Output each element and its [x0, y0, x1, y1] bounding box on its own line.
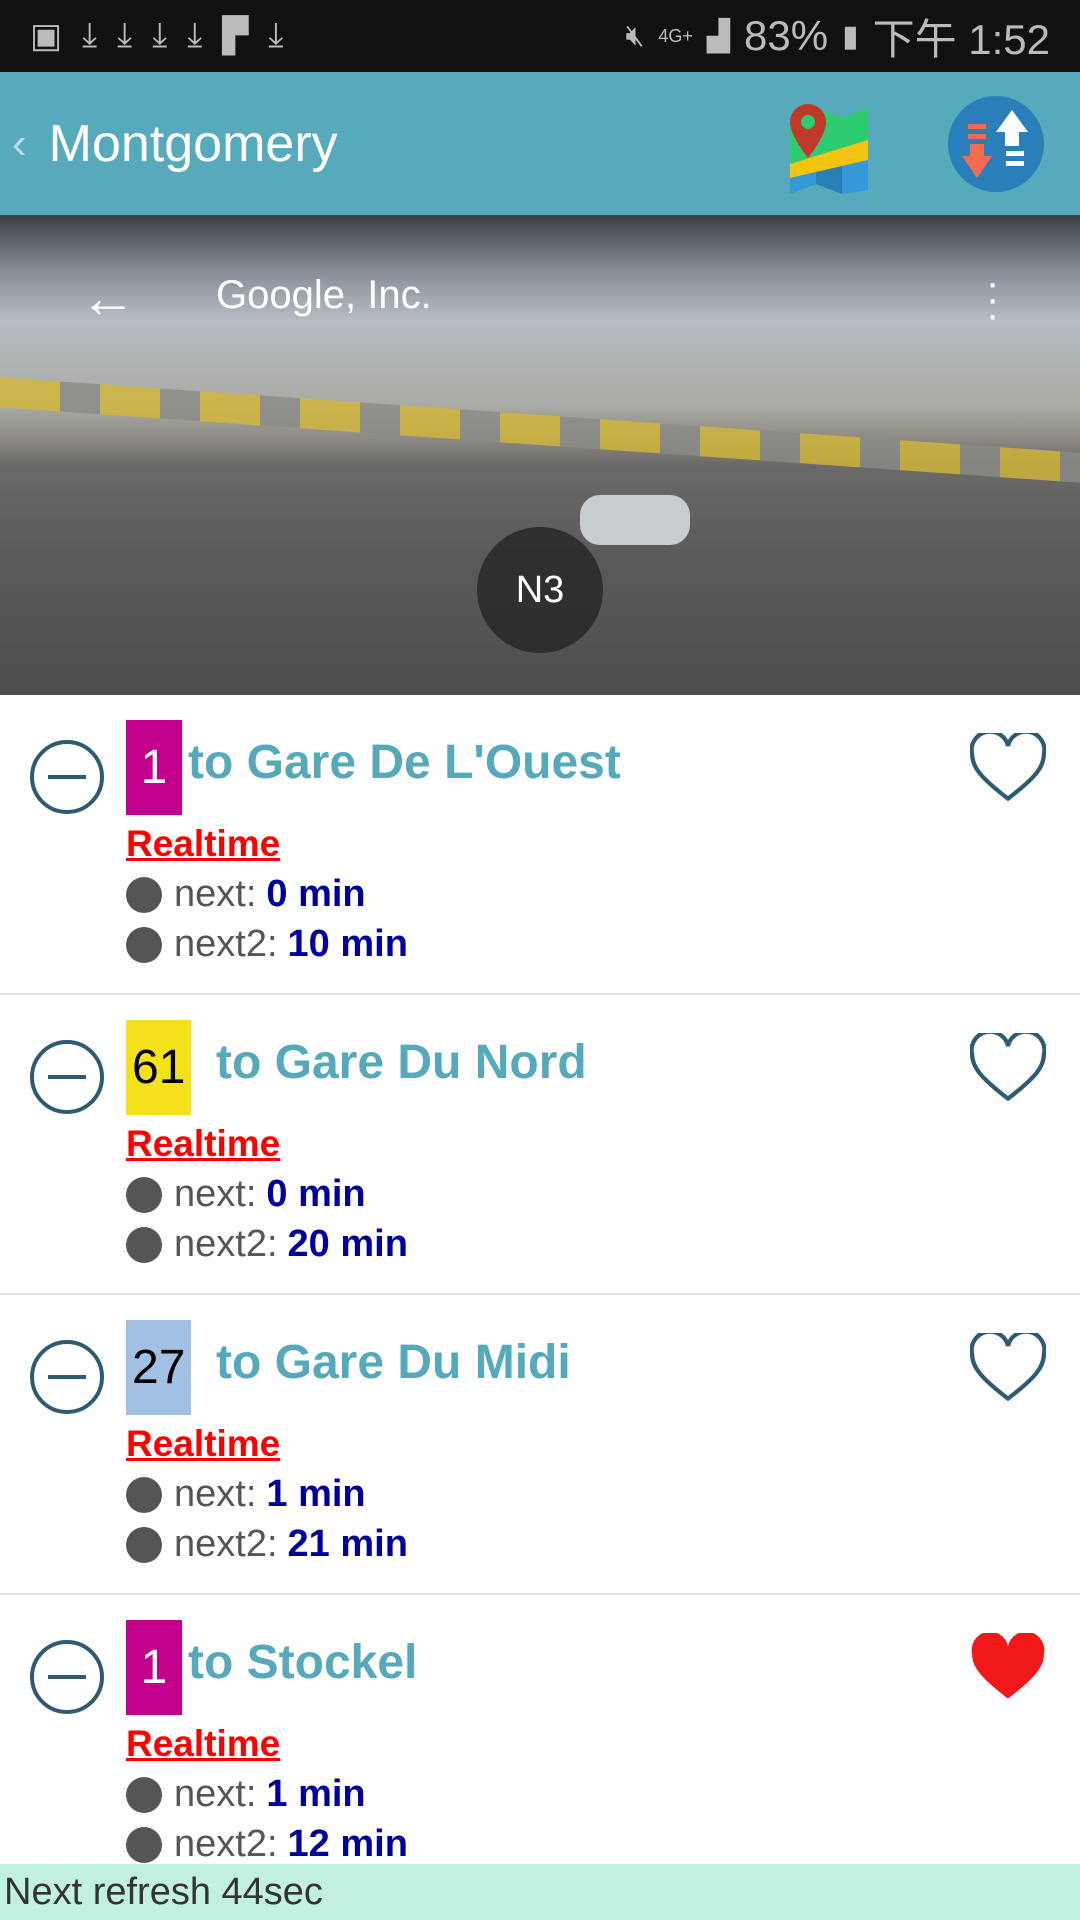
next2-time: 20 min	[287, 1223, 408, 1265]
realtime-link[interactable]: Realtime	[126, 1723, 280, 1765]
bullet-icon	[126, 1826, 162, 1863]
next2-time: 12 min	[287, 1823, 408, 1865]
heart-outline-icon[interactable]	[970, 1033, 1046, 1103]
next-departure: next: 1 min	[126, 1473, 366, 1516]
heart-outline-icon[interactable]	[970, 733, 1046, 803]
page-title: Montgomery	[48, 114, 338, 173]
bullet-icon	[126, 1176, 162, 1213]
street-view[interactable]: ← Google, Inc. · · · N3	[0, 215, 1080, 695]
destination: to Gare Du Nord	[216, 1036, 587, 1089]
image-icon: ▣	[30, 17, 63, 55]
next-label: next:	[174, 1173, 257, 1215]
remove-button[interactable]	[30, 740, 104, 814]
line-badge: 1	[126, 1620, 182, 1715]
next2-departure: next2: 21 min	[126, 1523, 408, 1566]
notification-icons: ▣ ⤓ ⤓ ⤓ ⤓ ▛ ⤓	[30, 16, 283, 56]
next-time: 0 min	[266, 1173, 366, 1215]
next2-label: next2:	[174, 1523, 278, 1565]
route-row[interactable]: 27 to Gare Du Midi Realtime next: 1 min n…	[0, 1295, 1080, 1595]
next2-label: next2:	[174, 1223, 278, 1265]
bullet-icon	[126, 1526, 162, 1563]
line-badge: 1	[126, 720, 182, 815]
next2-label: next2:	[174, 923, 278, 965]
more-options-icon[interactable]: · · ·	[986, 263, 999, 335]
bullet-icon	[126, 926, 162, 963]
destination: to Gare Du Midi	[216, 1336, 571, 1389]
download-icon: ⤓	[187, 16, 203, 54]
map-icon[interactable]	[786, 104, 870, 194]
sort-icon[interactable]	[948, 96, 1044, 192]
destination: to Stockel	[188, 1636, 418, 1689]
download-icon: ⤓	[152, 16, 168, 54]
bullet-icon	[126, 1226, 162, 1263]
next2-departure: next2: 10 min	[126, 923, 408, 966]
download-icon: ⤓	[268, 16, 284, 54]
route-row[interactable]: 1 to Gare De L'Ouest Realtime next: 0 min…	[0, 695, 1080, 995]
next-label: next:	[174, 873, 257, 915]
bullet-icon	[126, 1776, 162, 1813]
street-view-back-button[interactable]: ←	[80, 265, 136, 330]
next-departure: next: 0 min	[126, 1173, 366, 1216]
refresh-status: Next refresh 44sec	[0, 1864, 1080, 1920]
realtime-link[interactable]: Realtime	[126, 1123, 280, 1165]
bullet-icon	[126, 1476, 162, 1513]
realtime-link[interactable]: Realtime	[126, 823, 280, 865]
line-badge: 61	[126, 1020, 192, 1115]
street-view-title: Google, Inc.	[216, 273, 432, 317]
heart-filled-icon[interactable]	[970, 1633, 1046, 1703]
destination: to Gare De L'Ouest	[188, 736, 621, 789]
next2-departure: next2: 20 min	[126, 1223, 408, 1266]
road-label-compass[interactable]: N3	[477, 527, 603, 653]
app-header: ‹ Montgomery	[0, 72, 1080, 215]
realtime-link[interactable]: Realtime	[126, 1423, 280, 1465]
next2-time: 10 min	[287, 923, 408, 965]
line-number: 1	[140, 741, 168, 794]
back-button[interactable]: ‹	[12, 119, 27, 169]
line-number: 1	[140, 1641, 168, 1694]
next2-label: next2:	[174, 1823, 278, 1865]
line-badge: 27	[126, 1320, 192, 1415]
next2-departure: next2: 12 min	[126, 1823, 408, 1866]
download-icon: ⤓	[82, 16, 98, 54]
network-type: 4G+	[658, 25, 693, 46]
battery-icon: ▮	[842, 19, 859, 53]
bullet-icon	[126, 876, 162, 913]
download-icon: ⤓	[117, 16, 133, 54]
flipboard-icon: ▛	[222, 17, 249, 55]
mute-icon: 🔇︎	[625, 19, 645, 52]
route-row[interactable]: 1 to Stockel Realtime next: 1 min next2: 1…	[0, 1595, 1080, 1895]
next-label: next:	[174, 1773, 257, 1815]
next-label: next:	[174, 1473, 257, 1515]
next-time: 1 min	[266, 1773, 366, 1815]
heart-outline-icon[interactable]	[970, 1333, 1046, 1403]
route-row[interactable]: 61 to Gare Du Nord Realtime next: 0 min n…	[0, 995, 1080, 1295]
road-label: N3	[515, 568, 565, 611]
next-departure: next: 0 min	[126, 873, 366, 916]
remove-button[interactable]	[30, 1040, 104, 1114]
next-departure: next: 1 min	[126, 1773, 366, 1816]
clock: 下午 1:52	[872, 15, 1050, 63]
next-time: 1 min	[266, 1473, 366, 1515]
signal-icon: ▟	[706, 19, 730, 53]
next2-time: 21 min	[287, 1523, 408, 1565]
road-barrier	[0, 377, 1080, 483]
battery-percent: 83%	[744, 12, 829, 59]
line-number: 27	[132, 1341, 186, 1394]
line-number: 61	[132, 1041, 186, 1094]
remove-button[interactable]	[30, 1340, 104, 1414]
remove-button[interactable]	[30, 1640, 104, 1714]
car	[580, 495, 690, 545]
next-time: 0 min	[266, 873, 366, 915]
status-bar: ▣ ⤓ ⤓ ⤓ ⤓ ▛ ⤓ 🔇︎ 4G+ ▟ 83% ▮ 下午 1:52	[0, 0, 1080, 72]
